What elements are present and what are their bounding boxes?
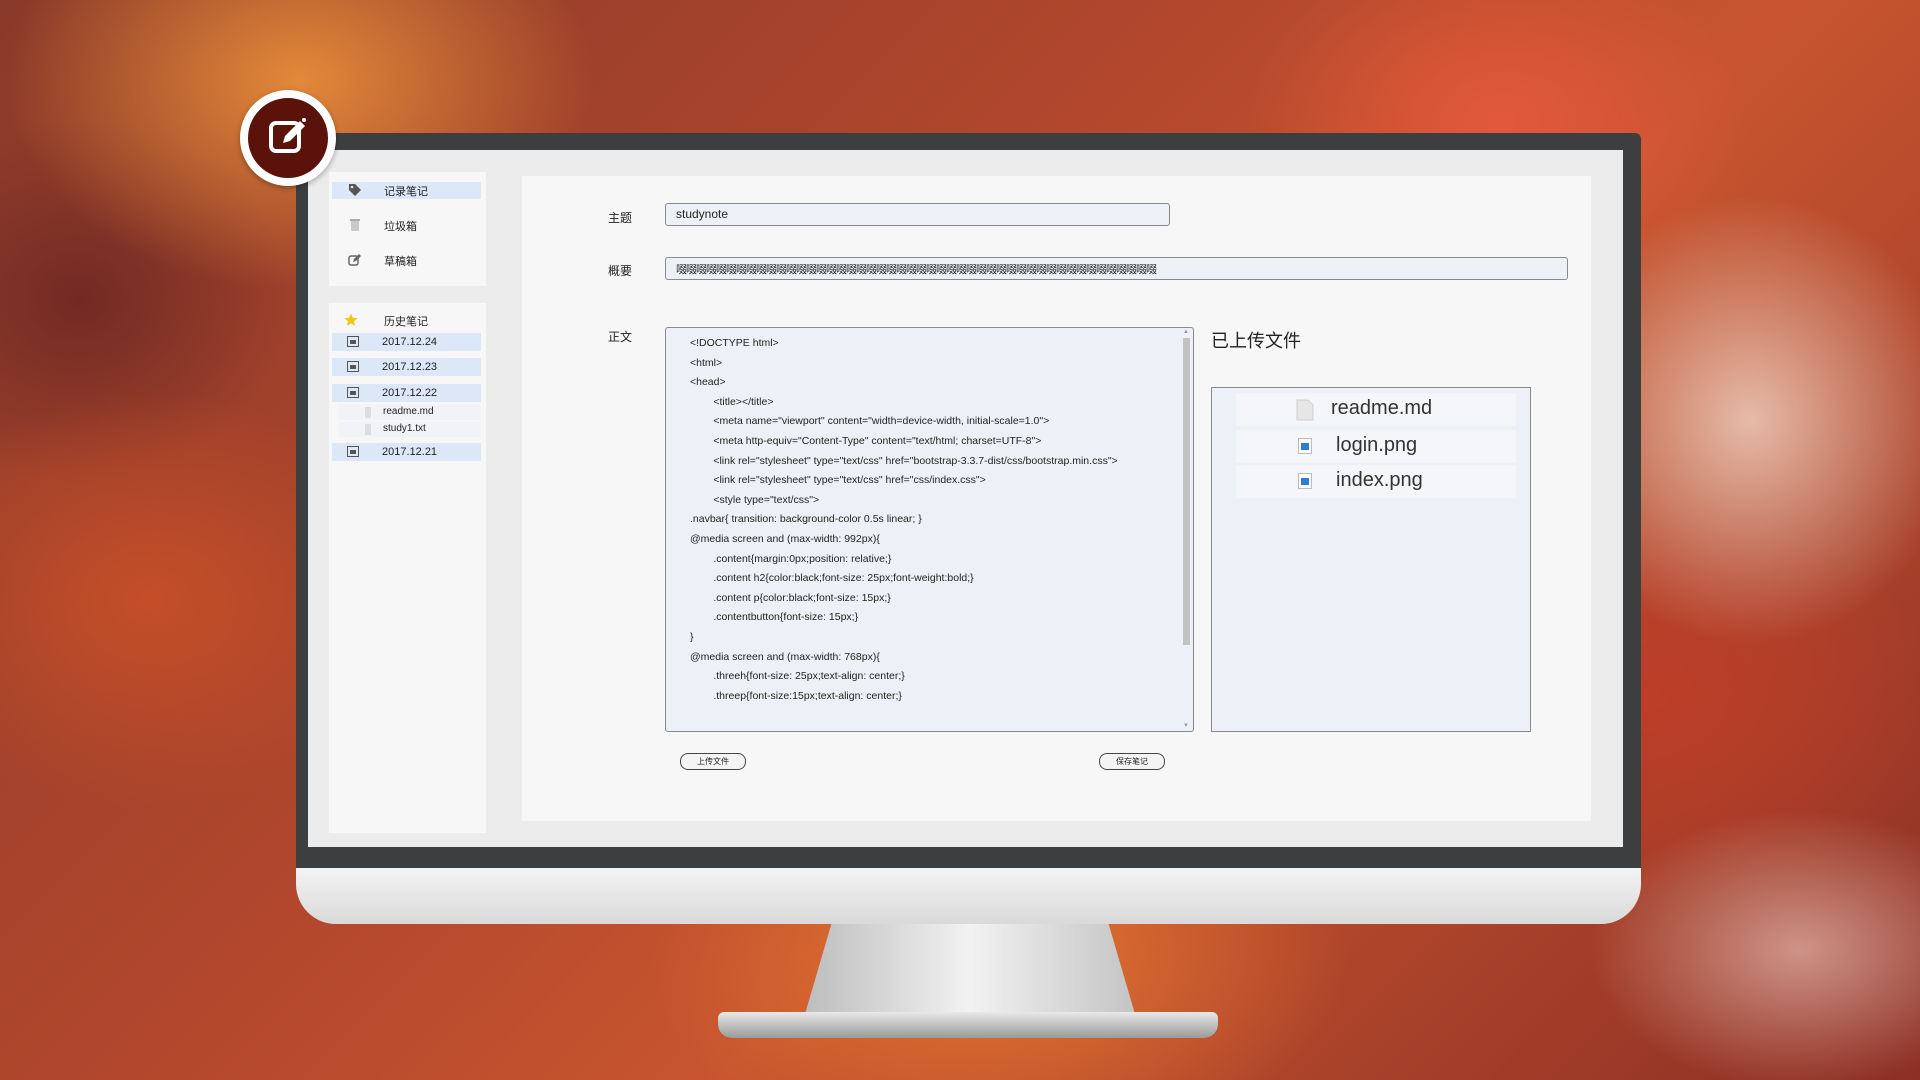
history-date-item[interactable]: 2017.12.22 xyxy=(332,384,481,402)
monitor-base xyxy=(718,1012,1218,1038)
history-date-label: 2017.12.23 xyxy=(382,361,438,373)
body-label: 正文 xyxy=(608,330,633,344)
uploaded-file-item[interactable]: index.png xyxy=(1236,465,1516,498)
image-icon xyxy=(1298,473,1312,489)
code-line: .content h2{color:black;font-size: 25px;… xyxy=(690,572,974,585)
code-line: .content p{color:black;font-size: 15px;} xyxy=(690,591,891,604)
code-line: .navbar{ transition: background-color 0.… xyxy=(690,513,922,526)
uploaded-file-name: login.png xyxy=(1336,434,1418,456)
history-date-label: 2017.12.21 xyxy=(382,446,438,458)
editor-scrollbar[interactable]: ▲ ▼ xyxy=(1180,329,1192,729)
subject-label: 主题 xyxy=(608,211,633,225)
trash-icon xyxy=(350,219,360,231)
code-line: <link rel="stylesheet" type="text/css" h… xyxy=(690,454,1118,467)
code-line: .contentbutton{font-size: 15px;} xyxy=(690,611,859,624)
history-header: 历史笔记 xyxy=(332,312,481,329)
history-file-item[interactable]: readme.md xyxy=(339,405,481,420)
history-title: 历史笔记 xyxy=(384,315,428,328)
sidebar-item-record-note[interactable]: 记录笔记 xyxy=(332,182,481,199)
uploaded-files-title: 已上传文件 xyxy=(1211,331,1301,351)
code-line: <style type="text/css"> xyxy=(690,493,820,506)
sidebar-item-label: 草稿箱 xyxy=(384,255,417,268)
summary-input[interactable]: 啜啜啜啜啜啜啜啜啜啜啜啜啜啜啜啜啜啜啜啜啜啜啜啜啜啜啜啜啜啜啜啜啜啜啜啜啜啜啜啜… xyxy=(665,257,1568,280)
star-icon xyxy=(344,313,358,326)
app-logo[interactable] xyxy=(240,90,336,186)
edit-icon xyxy=(348,254,361,266)
uploaded-files-list: readme.md login.png index.png xyxy=(1211,387,1531,732)
save-note-button[interactable]: 保存笔记 xyxy=(1099,753,1165,770)
history-file-label: study1.txt xyxy=(383,423,426,434)
uploaded-file-item[interactable]: login.png xyxy=(1236,430,1516,463)
history-panel: 历史笔记 2017.12.24 2017.12.23 2017.12.22 re… xyxy=(329,303,486,833)
note-edit-icon xyxy=(269,118,306,153)
code-line: @media screen and (max-width: 768px){ xyxy=(690,650,880,663)
code-line: <head> xyxy=(690,376,726,389)
sidebar-nav-panel: 记录笔记 垃圾箱 草稿箱 xyxy=(329,172,486,286)
code-line: .content{margin:0px;position: relative;} xyxy=(690,552,892,565)
scroll-up-icon[interactable]: ▲ xyxy=(1183,329,1189,335)
document-icon xyxy=(365,407,371,418)
history-date-item[interactable]: 2017.12.23 xyxy=(332,358,481,376)
scroll-down-icon[interactable]: ▼ xyxy=(1183,723,1189,729)
document-icon xyxy=(1296,399,1314,421)
subject-input[interactable]: studynote xyxy=(665,203,1170,226)
calendar-icon xyxy=(347,361,359,372)
monitor-stand xyxy=(805,924,1135,1014)
uploaded-file-name: index.png xyxy=(1336,469,1423,491)
document-icon xyxy=(365,424,371,435)
uploaded-file-item[interactable]: readme.md xyxy=(1236,393,1516,426)
code-line: <meta name="viewport" content="width=dev… xyxy=(690,415,1050,428)
upload-file-button[interactable]: 上传文件 xyxy=(680,753,746,770)
code-line: <meta http-equiv="Content-Type" content=… xyxy=(690,434,1042,447)
history-file-label: readme.md xyxy=(383,406,434,417)
monitor-chin xyxy=(296,868,1641,924)
sidebar-item-trash[interactable]: 垃圾箱 xyxy=(332,217,481,234)
history-date-item[interactable]: 2017.12.21 xyxy=(332,443,481,461)
code-line: .threep{font-size:15px;text-align: cente… xyxy=(690,689,902,702)
code-line: <html> xyxy=(690,356,723,369)
calendar-icon xyxy=(347,336,359,347)
tag-icon xyxy=(349,184,361,196)
sidebar-item-label: 记录笔记 xyxy=(384,185,428,198)
calendar-icon xyxy=(347,387,359,398)
uploaded-file-name: readme.md xyxy=(1331,397,1433,419)
history-date-label: 2017.12.24 xyxy=(382,336,438,348)
calendar-icon xyxy=(347,446,359,457)
code-content: <!DOCTYPE html> <html> <head> <title></tit… xyxy=(690,334,1118,706)
history-date-label: 2017.12.22 xyxy=(382,387,438,399)
code-line: } xyxy=(690,630,694,643)
sidebar-item-label: 垃圾箱 xyxy=(384,220,417,233)
code-line: <!DOCTYPE html> xyxy=(690,337,779,349)
body-editor[interactable]: <!DOCTYPE html> <html> <head> <title></tit… xyxy=(665,327,1194,732)
sidebar-item-drafts[interactable]: 草稿箱 xyxy=(332,252,481,269)
code-line: .threeh{font-size: 25px;text-align: cent… xyxy=(690,670,905,683)
summary-label: 概要 xyxy=(608,264,633,278)
code-line: @media screen and (max-width: 992px){ xyxy=(690,532,880,545)
history-file-item[interactable]: study1.txt xyxy=(339,422,481,437)
code-line: <link rel="stylesheet" type="text/css" h… xyxy=(690,474,986,487)
history-date-item[interactable]: 2017.12.24 xyxy=(332,333,481,351)
code-line: <title></title> xyxy=(690,395,774,408)
scroll-thumb[interactable] xyxy=(1183,338,1190,645)
image-icon xyxy=(1298,438,1312,454)
